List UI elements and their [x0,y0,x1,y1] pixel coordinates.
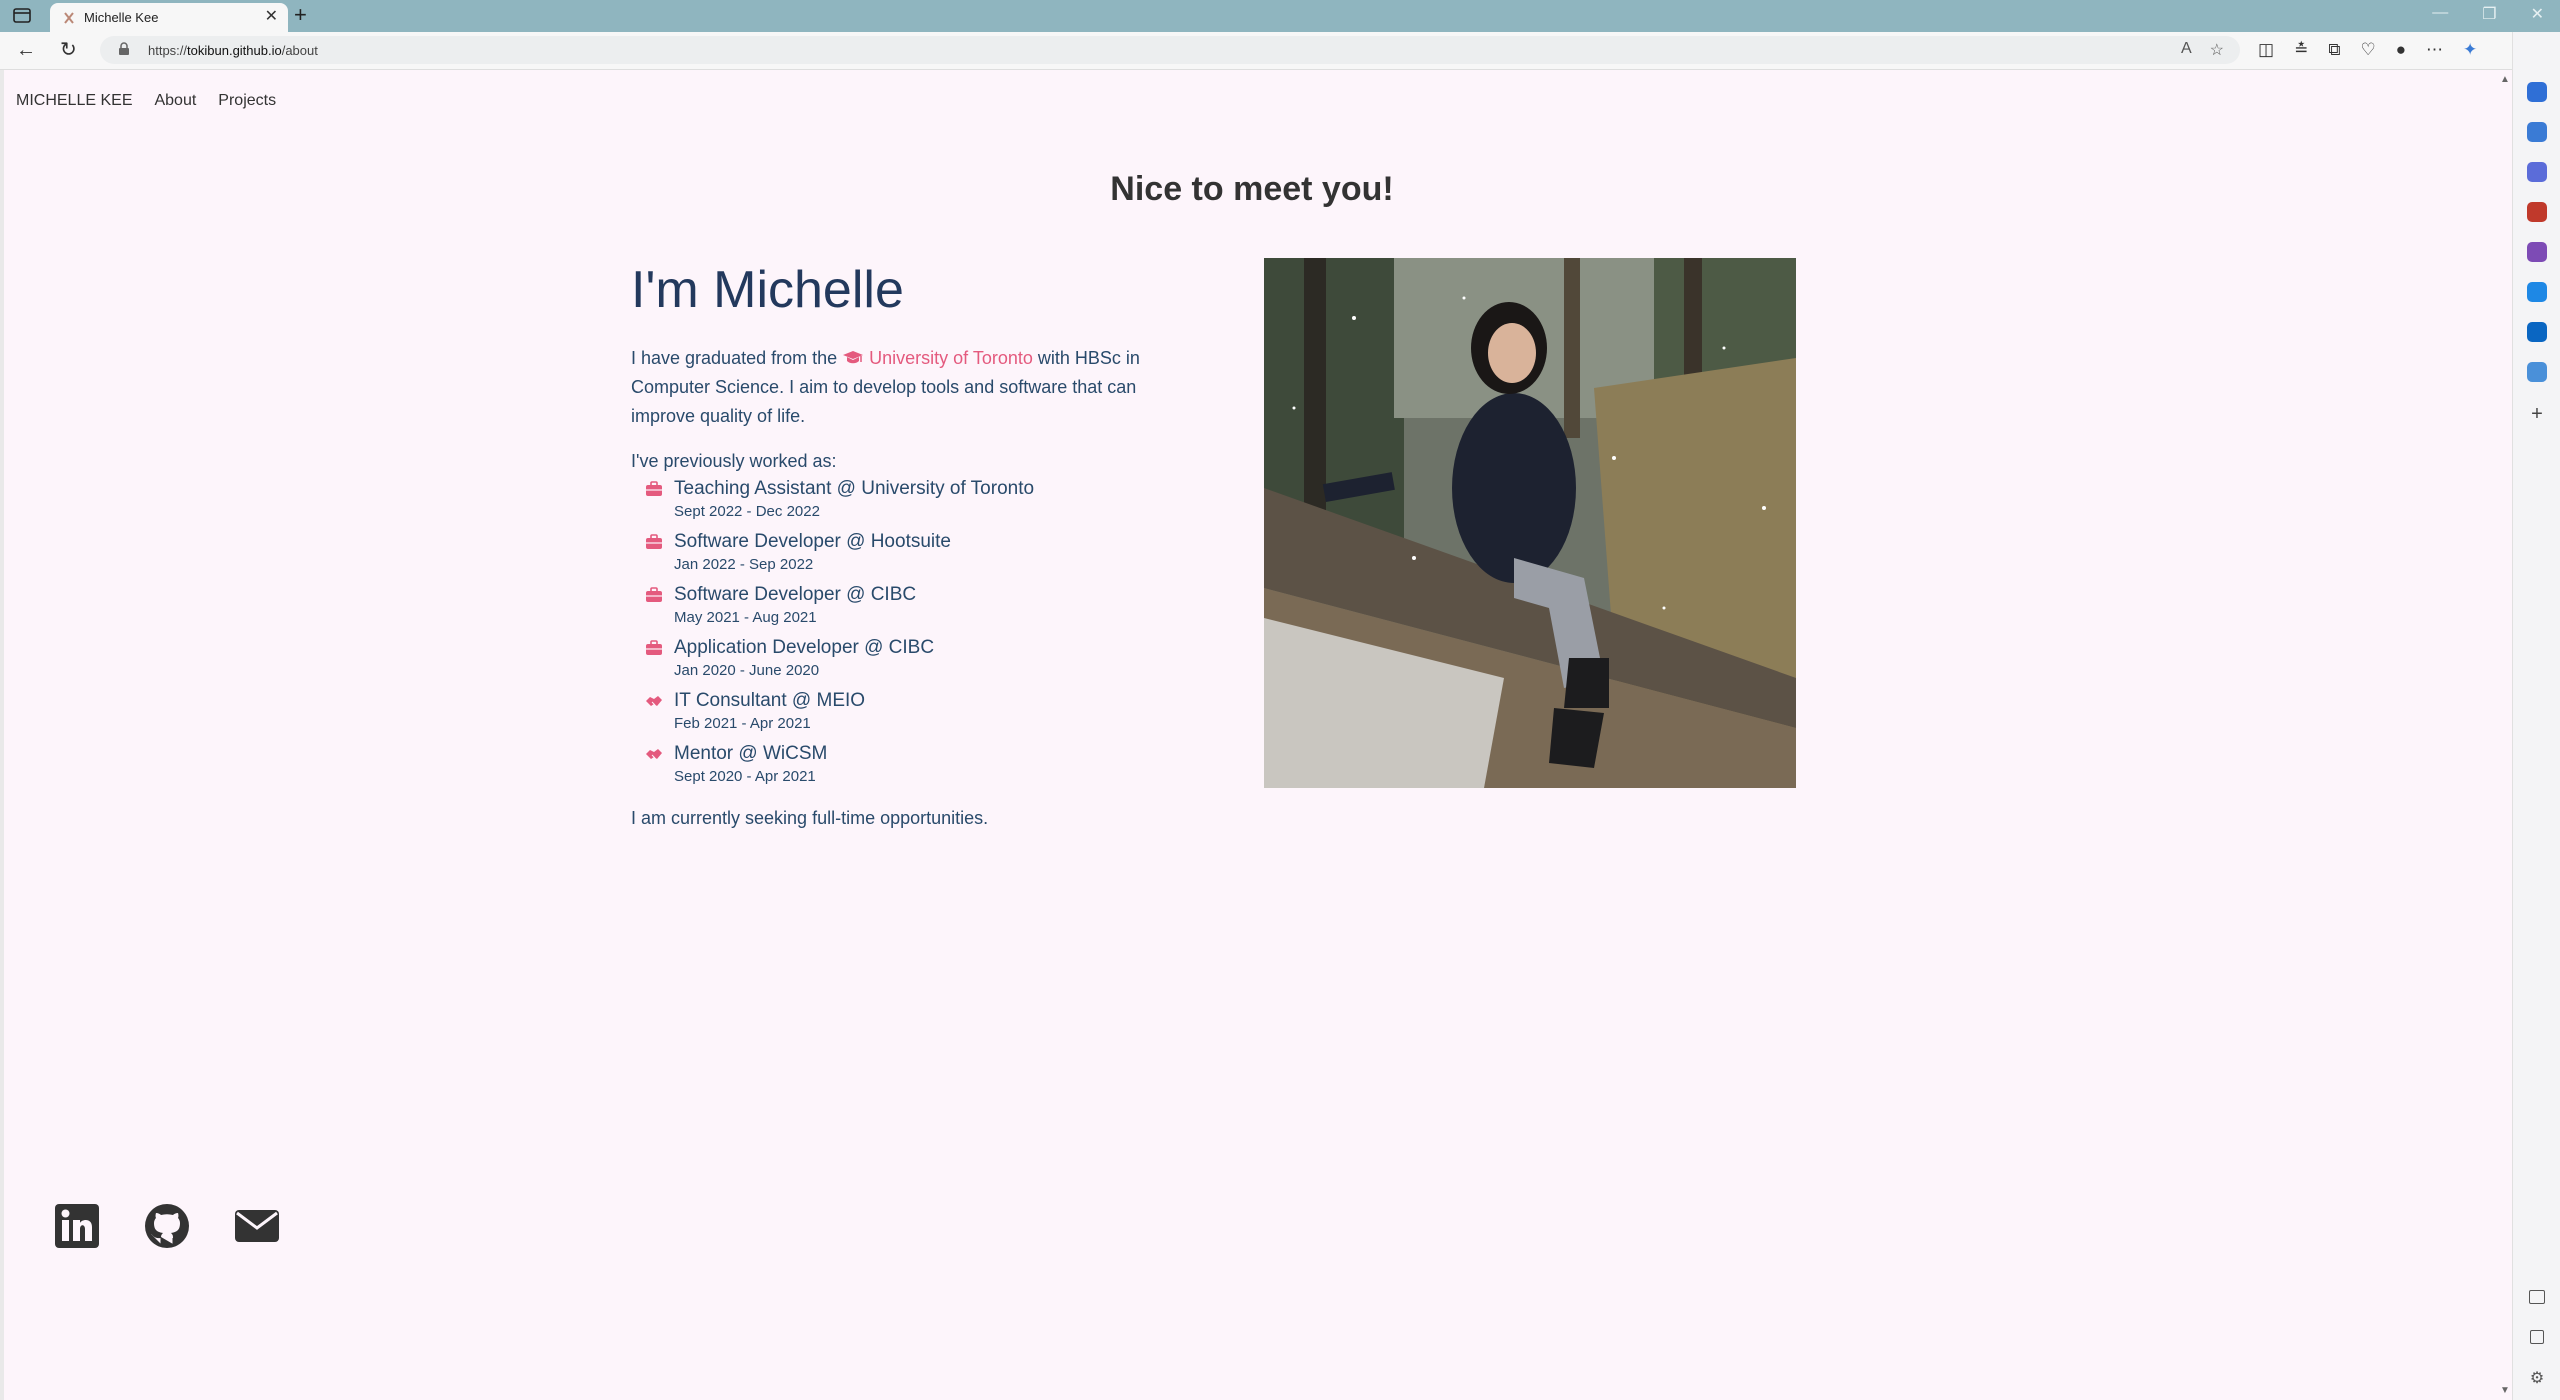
job-title: IT Consultant @ MEIO [674,690,866,711]
handshake-icon [646,696,662,706]
copilot-icon[interactable]: ✦ [2463,40,2477,60]
browser-essentials-icon[interactable]: ♡ [2360,40,2375,60]
nav-about-link[interactable]: About [154,92,196,110]
github-icon[interactable] [144,1203,190,1249]
nav-brand-link[interactable]: MICHELLE KEE [16,92,132,110]
list-item: Application Developer @ CIBC Jan 2020 - … [631,635,1191,688]
minimize-icon[interactable]: — [2432,4,2448,24]
favorite-star-icon[interactable]: ☆ [2210,40,2224,60]
university-link[interactable]: University of Toronto [842,348,1033,368]
linkedin-icon[interactable] [54,1203,100,1249]
job-title: Application Developer @ CIBC [674,637,935,658]
list-item: IT Consultant @ MEIO Feb 2021 - Apr 2021 [631,688,1191,741]
external-link-icon[interactable] [2530,1330,2544,1344]
search-icon[interactable] [2527,122,2547,142]
collections-icon[interactable]: ⧉ [2328,40,2340,60]
briefcase-icon [646,587,662,602]
favicon-icon [64,12,74,24]
seeking-statement: I am currently seeking full-time opportu… [631,808,989,828]
split-screen-icon[interactable]: ◫ [2258,40,2274,60]
job-title: Mentor @ WiCSM [674,743,828,764]
back-icon[interactable]: ← [16,38,36,62]
browser-sidebar: + ⚙ [2512,32,2560,1400]
url-text: https://tokibun.github.io/about [148,43,318,58]
job-dates: Sept 2022 - Dec 2022 [674,503,820,520]
close-window-icon[interactable]: ✕ [2531,4,2544,24]
web-page: MICHELLE KEE About Projects Nice to meet… [0,70,2496,1400]
job-dates: Jan 2022 - Sep 2022 [674,556,814,573]
briefcase-icon [646,534,662,549]
list-item: Mentor @ WiCSM Sept 2020 - Apr 2021 [631,741,1191,794]
job-title: Software Developer @ CIBC [674,584,917,605]
restore-icon[interactable]: ❐ [2482,4,2496,24]
profile-avatar-icon[interactable]: ● [2396,40,2406,60]
browser-tab[interactable]: Michelle Kee ✕ [50,3,288,32]
microsoft-365-icon[interactable] [2527,282,2547,302]
drop-icon[interactable] [2527,362,2547,382]
intro-paragraph: I have graduated from the University of … [631,344,1191,431]
favorites-icon[interactable]: ≛ [2294,40,2308,60]
refresh-icon[interactable]: ↻ [60,38,77,62]
job-title: Teaching Assistant @ University of Toron… [674,478,1035,499]
list-item: Teaching Assistant @ University of Toron… [631,476,1191,529]
sidebar-layout-icon[interactable] [2529,1290,2545,1304]
graduation-cap-icon [843,351,864,364]
briefcase-icon [646,481,662,496]
tab-title: Michelle Kee [84,10,159,25]
tools-icon[interactable] [2527,202,2547,222]
page-title: Nice to meet you! [1110,170,1394,208]
nav-projects-link[interactable]: Projects [218,92,276,110]
scroll-up-icon[interactable]: ▲ [2500,74,2510,85]
window-controls: — ❐ ✕ [2432,4,2544,24]
experience-list: Teaching Assistant @ University of Toron… [631,476,1191,794]
list-item: Software Developer @ CIBC May 2021 - Aug… [631,582,1191,635]
job-dates: May 2021 - Aug 2021 [674,609,817,626]
tab-actions-icon[interactable] [12,7,34,25]
shopping-icon[interactable] [2527,162,2547,182]
email-icon[interactable] [234,1203,280,1249]
university-link-text: University of Toronto [869,348,1033,368]
lock-icon[interactable] [118,42,130,56]
social-links [54,1203,280,1249]
experience-label: I've previously worked as: [631,451,837,471]
handshake-icon [646,749,662,759]
about-section: I'm Michelle I have graduated from the U… [631,260,1191,829]
notifications-icon[interactable] [2527,82,2547,102]
browser-toolbar: ← ↻ https://tokibun.github.io/about A ☆ … [0,32,2560,70]
add-sidebar-app-icon[interactable]: + [2527,404,2547,424]
games-icon[interactable] [2527,242,2547,262]
page-scrollbar[interactable]: ▲ ▼ [2496,70,2512,1400]
address-bar[interactable]: https://tokibun.github.io/about A ☆ [100,36,2240,64]
profile-photo [1264,258,1796,788]
intro-text-before: I have graduated from the [631,348,843,368]
close-tab-icon[interactable]: ✕ [265,9,278,25]
job-dates: Sept 2020 - Apr 2021 [674,768,816,785]
site-navbar: MICHELLE KEE About Projects [16,92,298,110]
job-dates: Feb 2021 - Apr 2021 [674,715,811,732]
read-aloud-icon[interactable]: A [2181,40,2192,60]
browser-toolbar-icons: ◫ ≛ ⧉ ♡ ● ⋯ ✦ [2258,40,2477,60]
job-title: Software Developer @ Hootsuite [674,531,951,552]
more-menu-icon[interactable]: ⋯ [2426,40,2443,60]
job-dates: Jan 2020 - June 2020 [674,662,820,679]
greeting-heading: I'm Michelle [631,261,904,319]
outlook-icon[interactable] [2527,322,2547,342]
briefcase-icon [646,640,662,655]
scroll-down-icon[interactable]: ▼ [2500,1385,2510,1396]
settings-gear-icon[interactable]: ⚙ [2527,1368,2547,1388]
list-item: Software Developer @ Hootsuite Jan 2022 … [631,529,1191,582]
new-tab-icon[interactable]: + [294,4,307,26]
browser-tab-bar: Michelle Kee ✕ + — ❐ ✕ [0,0,2560,32]
